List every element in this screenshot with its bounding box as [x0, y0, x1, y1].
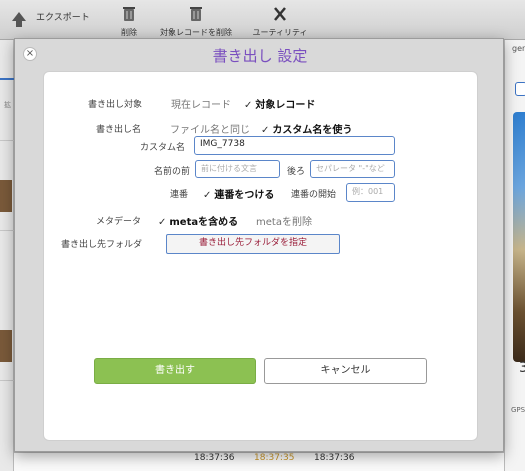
- serial-start-input[interactable]: 例：001: [346, 183, 395, 202]
- check-icon: ✓: [158, 217, 167, 228]
- serial-label: 連番: [170, 190, 189, 200]
- export-button[interactable]: エクスポート: [12, 10, 90, 27]
- cancel-button[interactable]: キャンセル: [264, 358, 427, 384]
- export-label: エクスポート: [36, 13, 90, 23]
- target-label: 書き出し対象: [88, 100, 143, 110]
- export-button[interactable]: 書き出す: [94, 358, 256, 384]
- record-thumbnail[interactable]: [0, 180, 12, 212]
- suffix-input[interactable]: セパレータ "-"など: [310, 160, 395, 178]
- detail-number: 3: [519, 360, 525, 376]
- target-option-records[interactable]: ✓ 対象レコード: [244, 96, 315, 111]
- name-option-custom-label: カスタム名を使う: [272, 125, 353, 136]
- selection-bar: [0, 78, 14, 80]
- trash-icon: [123, 7, 135, 21]
- dialog-title: 書き出し 設定: [212, 47, 308, 65]
- check-icon: ✓: [244, 100, 253, 111]
- left-label: 拡: [4, 101, 11, 109]
- name-label: 書き出し名: [96, 125, 142, 135]
- trash-icon: [190, 7, 202, 21]
- record-thumbnail[interactable]: [0, 330, 12, 362]
- upload-arrow-icon: [12, 12, 26, 27]
- meta-option-include-label: metaを含める: [169, 217, 239, 228]
- check-icon: ✓: [261, 125, 270, 136]
- custom-name-label: カスタム名: [140, 143, 186, 153]
- suffix-label: 後ろ: [287, 167, 306, 177]
- detail-header: gen: [512, 44, 525, 53]
- meta-option-remove[interactable]: metaを削除: [256, 213, 312, 228]
- prefix-label: 名前の前: [154, 167, 191, 177]
- choose-folder-button[interactable]: 書き出し先フォルダを指定: [166, 234, 340, 254]
- utility-label: ユーティリティ: [252, 28, 308, 37]
- name-option-same[interactable]: ファイル名と同じ: [170, 121, 250, 136]
- detail-panel: gen 3 GPS: [504, 40, 525, 471]
- name-option-custom[interactable]: ✓ カスタム名を使う: [261, 121, 352, 136]
- utility-button[interactable]: ユーティリティ: [248, 6, 312, 38]
- search-box[interactable]: [515, 82, 525, 96]
- delete-records-label: 対象レコードを削除: [160, 28, 232, 37]
- prefix-input[interactable]: 前に付ける文言: [195, 160, 280, 178]
- time-cell: 18:37:36: [314, 453, 355, 463]
- time-cell: 18:37:36: [194, 453, 235, 463]
- serial-option[interactable]: ✓ 連番をつける: [203, 186, 274, 201]
- target-option-records-label: 対象レコード: [255, 100, 316, 111]
- settings-panel: 書き出し対象 現在レコード ✓ 対象レコード 書き出し名 ファイル名と同じ ✓ カス…: [43, 71, 478, 441]
- delete-button[interactable]: 削除: [114, 6, 144, 38]
- delete-records-button[interactable]: 対象レコードを削除: [156, 6, 236, 38]
- meta-option-include[interactable]: ✓ metaを含める: [158, 213, 238, 228]
- time-cell: 18:37:35: [254, 453, 295, 463]
- check-icon: ✓: [203, 190, 212, 201]
- time-row: 18:37:36 18:37:35 18:37:36: [14, 452, 504, 471]
- serial-option-label: 連番をつける: [214, 190, 275, 201]
- export-settings-dialog: × 書き出し 設定 書き出し対象 現在レコード ✓ 対象レコード 書き出し名 ファ…: [14, 38, 504, 452]
- delete-label: 削除: [121, 28, 137, 37]
- folder-label: 書き出し先フォルダ: [61, 240, 143, 250]
- metadata-label: メタデータ: [96, 217, 142, 227]
- gps-label: GPS: [511, 406, 525, 414]
- tools-icon: [274, 7, 286, 21]
- record-list-strip: 拡: [0, 40, 14, 471]
- target-option-current[interactable]: 現在レコード: [171, 96, 231, 111]
- app-toolbar: エクスポート 削除 対象レコードを削除 ユーティリティ: [0, 0, 525, 40]
- serial-start-label: 連番の開始: [291, 190, 337, 200]
- photo-preview: [513, 112, 525, 362]
- custom-name-input[interactable]: IMG_7738: [194, 136, 395, 155]
